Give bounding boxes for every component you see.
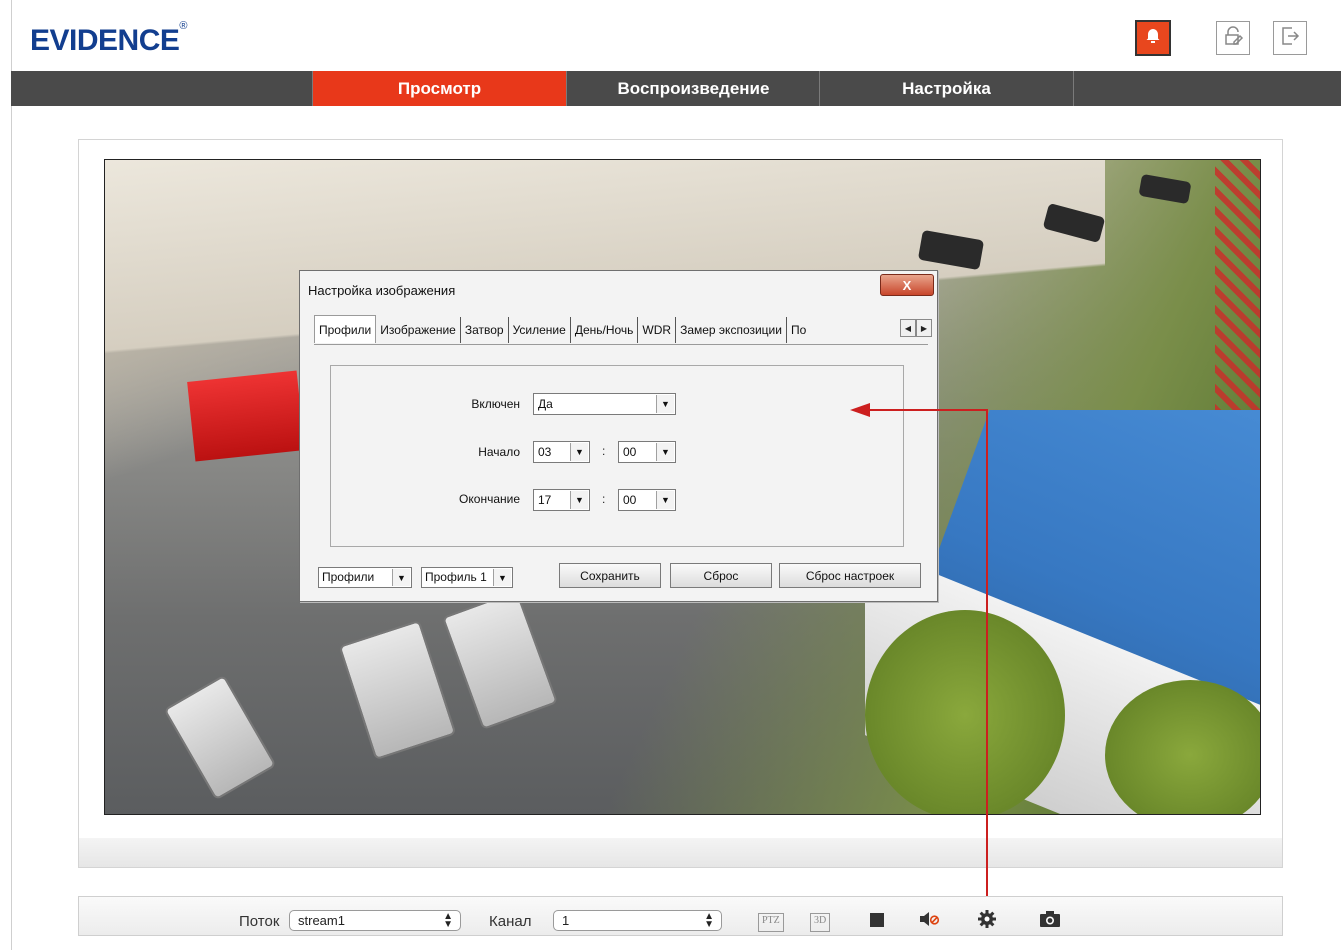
enabled-label: Включен [471, 397, 520, 411]
end-hour-select[interactable]: 17 ▼ [533, 489, 590, 511]
updown-icon: ▲ ▼ [704, 911, 714, 930]
annotation-line [986, 409, 988, 899]
evidence-logo: EVIDENCE® [30, 20, 187, 57]
start-label: Начало [478, 445, 520, 459]
annotation-line [866, 409, 988, 411]
chevron-down-icon: ▼ [656, 395, 674, 413]
end-label: Окончание [459, 492, 520, 506]
tab-playback[interactable]: Воспроизведение [566, 71, 820, 106]
ptz-button[interactable]: PTZ [758, 909, 784, 933]
time-separator: : [602, 492, 606, 506]
dialog-tabs: Профили Изображение Затвор Усиление День… [314, 315, 811, 343]
lock-edit-icon [1222, 25, 1244, 52]
chevron-down-icon: ▼ [570, 443, 588, 461]
video-van [441, 589, 559, 731]
chevron-down-icon: ▼ [570, 491, 588, 509]
3d-button[interactable]: 3D [810, 909, 831, 933]
stream-select[interactable]: stream1 ▲ ▼ [289, 910, 461, 931]
factory-reset-button[interactable]: Сброс настроек [779, 563, 921, 588]
enabled-select[interactable]: Да ▼ [533, 393, 676, 415]
settings-button[interactable] [977, 909, 997, 933]
dialog-tab-exposure[interactable]: Замер экспозиции [676, 317, 787, 343]
bell-icon [1144, 27, 1162, 50]
annotation-arrowhead [850, 403, 870, 417]
tab-view[interactable]: Просмотр [312, 71, 566, 106]
dialog-close-button[interactable]: X [880, 274, 934, 296]
mute-button[interactable] [918, 909, 940, 933]
video-tree [865, 610, 1065, 814]
video-car [1138, 173, 1192, 205]
chevron-down-icon: ▼ [656, 491, 674, 509]
start-minute-select[interactable]: 00 ▼ [618, 441, 676, 463]
profile-number-select[interactable]: Профиль 1 ▼ [421, 567, 513, 588]
dialog-tab-more[interactable]: По [786, 317, 811, 343]
image-settings-dialog: Настройка изображения X Профили Изображе… [299, 270, 938, 602]
save-button[interactable]: Сохранить [559, 563, 661, 588]
mute-icon [918, 910, 940, 933]
snapshot-button[interactable] [1039, 909, 1061, 933]
alarm-button[interactable] [1135, 20, 1171, 56]
settings-gear-icon [977, 909, 997, 934]
start-hour-select[interactable]: 03 ▼ [533, 441, 590, 463]
updown-icon: ▲ ▼ [443, 911, 453, 930]
dialog-tab-profiles[interactable]: Профили [314, 315, 377, 343]
chevron-down-icon: ▼ [656, 443, 674, 461]
tab-settings[interactable]: Настройка [819, 71, 1073, 106]
channel-select[interactable]: 1 ▲ ▼ [553, 910, 722, 931]
chevron-down-icon: ▼ [392, 569, 410, 586]
viewer-bottom-strip [78, 838, 1283, 868]
lock-edit-button[interactable] [1216, 21, 1250, 55]
triangle-left-icon: ◀ [904, 323, 912, 333]
ptz-icon: PTZ [758, 912, 784, 932]
tab-scroll-right-button[interactable]: ▶ [916, 319, 932, 337]
tab-scroll-arrows: ◀ ▶ [900, 319, 932, 337]
video-van [338, 619, 457, 761]
time-separator: : [602, 444, 606, 458]
3d-icon: 3D [810, 912, 831, 932]
triangle-right-icon: ▶ [920, 323, 928, 333]
video-car [163, 674, 277, 801]
snapshot-camera-icon [1039, 910, 1061, 933]
logout-button[interactable] [1273, 21, 1307, 55]
dialog-tab-shutter[interactable]: Затвор [460, 317, 509, 343]
main-nav: Просмотр Воспроизведение Настройка [11, 71, 1341, 106]
dialog-tab-daynight[interactable]: День/Ночь [570, 317, 639, 343]
close-icon: X [902, 277, 912, 293]
stop-record-button[interactable] [869, 909, 885, 933]
tab-scroll-left-button[interactable]: ◀ [900, 319, 916, 337]
profiles-select[interactable]: Профили ▼ [318, 567, 412, 588]
channel-label: Канал [489, 913, 532, 930]
logout-icon [1279, 25, 1301, 52]
dialog-title: Настройка изображения [308, 283, 456, 298]
stream-label: Поток [239, 913, 280, 930]
video-fire-truck [187, 370, 305, 462]
chevron-down-icon: ▼ [493, 569, 511, 586]
dialog-tab-wdr[interactable]: WDR [638, 317, 677, 343]
record-stop-icon [869, 911, 885, 932]
reset-button[interactable]: Сброс [670, 563, 772, 588]
nav-divider [1073, 71, 1074, 106]
dialog-tab-image[interactable]: Изображение [376, 317, 461, 343]
end-minute-select[interactable]: 00 ▼ [618, 489, 676, 511]
dialog-tab-gain[interactable]: Усиление [508, 317, 571, 343]
